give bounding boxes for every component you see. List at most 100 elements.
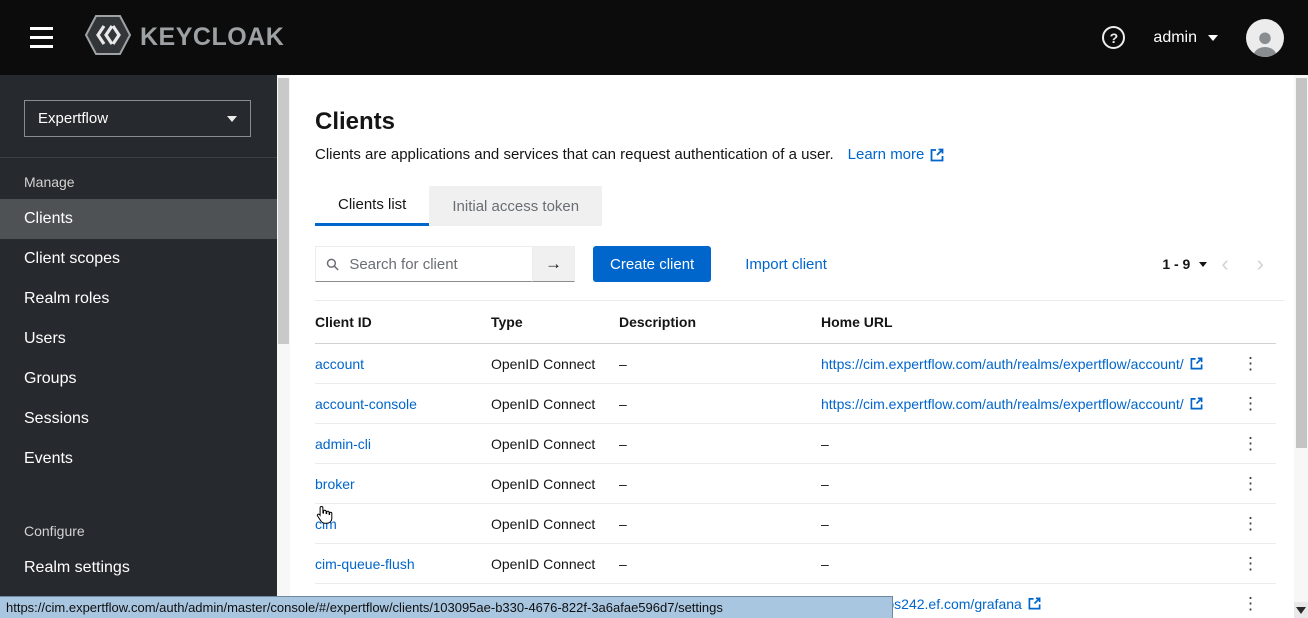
client-type: OpenID Connect <box>491 343 619 384</box>
toolbar: → Create client Import client 1 - 9 ‹ › <box>315 246 1284 301</box>
tab-clients-list[interactable]: Clients list <box>315 186 430 226</box>
client-type: OpenID Connect <box>491 543 619 584</box>
keycloak-brand[interactable]: KEYCLOAK <box>84 15 285 60</box>
keycloak-logo-icon <box>84 15 132 60</box>
client-id-link[interactable]: account <box>315 356 364 372</box>
learn-more-link[interactable]: Learn more <box>848 146 945 163</box>
external-link-icon <box>1028 597 1041 610</box>
user-silhouette-icon <box>1253 32 1277 57</box>
user-menu-dropdown[interactable]: admin <box>1153 29 1218 47</box>
import-client-link[interactable]: Import client <box>745 256 827 273</box>
page-subtitle: Clients are applications and services th… <box>315 146 834 163</box>
table-row: broker OpenID Connect – – ⋮ <box>315 463 1276 504</box>
home-url-link[interactable]: https://cim.expertflow.com/auth/realms/e… <box>821 396 1203 412</box>
client-description: – <box>619 383 821 424</box>
scroll-down-button[interactable] <box>1294 602 1308 618</box>
nav-section-manage: Manage <box>24 174 75 190</box>
help-icon[interactable]: ? <box>1102 26 1126 49</box>
caret-down-icon <box>227 115 237 122</box>
sidebar-scrollbar <box>277 75 290 618</box>
col-header-home-url: Home URL <box>821 301 1232 344</box>
col-header-description: Description <box>619 301 821 344</box>
sidebar: Expertflow Manage Clients Client scopes … <box>0 75 277 618</box>
realm-selector-value: Expertflow <box>38 110 109 127</box>
external-link-icon <box>930 148 944 161</box>
row-kebab-menu-button[interactable]: ⋮ <box>1232 475 1269 492</box>
caret-down-icon <box>1199 261 1208 267</box>
client-type: OpenID Connect <box>491 423 619 464</box>
main-content: Clients Clients are applications and ser… <box>290 75 1294 618</box>
brand-text: KEYCLOAK <box>140 23 285 51</box>
client-id-link[interactable]: admin-cli <box>315 436 371 452</box>
client-description: – <box>619 423 821 464</box>
client-id-link[interactable]: cim-queue-flush <box>315 556 415 572</box>
table-header-row: Client ID Type Description Home URL <box>315 301 1276 344</box>
client-id-link[interactable]: broker <box>315 476 355 492</box>
row-kebab-menu-button[interactable]: ⋮ <box>1232 555 1269 572</box>
sidebar-item-realm-settings[interactable]: Realm settings <box>0 548 277 588</box>
search-submit-button[interactable]: → <box>533 246 575 282</box>
row-kebab-menu-button[interactable]: ⋮ <box>1232 395 1269 412</box>
avatar[interactable] <box>1246 18 1284 57</box>
realm-selector[interactable]: Expertflow <box>24 100 251 137</box>
client-description: – <box>619 343 821 384</box>
table-row: cim OpenID Connect – – ⋮ <box>315 503 1276 544</box>
row-kebab-menu-button[interactable]: ⋮ <box>1232 515 1269 532</box>
sidebar-item-sessions[interactable]: Sessions <box>0 399 277 439</box>
search-box <box>315 246 533 282</box>
home-url-empty: – <box>821 503 1232 544</box>
page-title: Clients <box>315 108 396 135</box>
create-client-button[interactable]: Create client <box>593 246 712 282</box>
table-row: admin-cli OpenID Connect – – ⋮ <box>315 423 1276 464</box>
pagination: 1 - 9 ‹ › <box>1162 253 1278 275</box>
pagination-range-label: 1 - 9 <box>1162 256 1191 272</box>
home-url-link[interactable]: https://cim.expertflow.com/auth/realms/e… <box>821 356 1203 372</box>
home-url-empty: – <box>821 543 1232 584</box>
sidebar-item-groups[interactable]: Groups <box>0 359 277 399</box>
client-description: – <box>619 543 821 584</box>
triangle-down-icon <box>1296 606 1306 614</box>
mouse-cursor <box>316 505 333 529</box>
status-bar-url-preview: https://cim.expertflow.com/auth/admin/ma… <box>0 596 893 618</box>
sidebar-item-realm-roles[interactable]: Realm roles <box>0 279 277 319</box>
pagination-prev-button[interactable]: ‹ <box>1207 253 1242 275</box>
row-kebab-menu-button[interactable]: ⋮ <box>1232 355 1269 372</box>
row-kebab-menu-button[interactable]: ⋮ <box>1232 435 1269 452</box>
nav-toggle-button[interactable] <box>26 23 57 52</box>
sidebar-item-users[interactable]: Users <box>0 319 277 359</box>
external-link-icon <box>1190 357 1203 370</box>
masthead: KEYCLOAK ? admin <box>0 0 1308 75</box>
tab-initial-access-token[interactable]: Initial access token <box>429 186 603 226</box>
client-type: OpenID Connect <box>491 463 619 504</box>
col-header-type: Type <box>491 301 619 344</box>
sidebar-scrollbar-thumb[interactable] <box>278 78 289 344</box>
caret-down-icon <box>1208 34 1218 41</box>
main-scrollbar <box>1294 75 1308 618</box>
external-link-icon <box>1190 397 1203 410</box>
client-type: OpenID Connect <box>491 503 619 544</box>
col-header-client-id: Client ID <box>315 301 491 344</box>
search-icon <box>326 258 339 271</box>
table-row: cim-queue-flush OpenID Connect – – ⋮ <box>315 543 1276 584</box>
client-description: – <box>619 463 821 504</box>
table-row: account-console OpenID Connect – https:/… <box>315 383 1276 424</box>
tabs: Clients list Initial access token <box>315 186 1284 226</box>
user-name-label: admin <box>1153 28 1197 46</box>
client-description: – <box>619 503 821 544</box>
clients-table: Client ID Type Description Home URL acco… <box>315 301 1276 618</box>
main-scrollbar-thumb[interactable] <box>1295 78 1307 448</box>
col-header-actions <box>1232 301 1276 344</box>
home-url-empty: – <box>821 423 1232 464</box>
pagination-dropdown[interactable]: 1 - 9 <box>1162 256 1208 272</box>
sidebar-item-clients[interactable]: Clients <box>0 199 277 239</box>
status-url-text: https://cim.expertflow.com/auth/admin/ma… <box>6 600 723 615</box>
row-kebab-menu-button[interactable]: ⋮ <box>1232 595 1269 612</box>
client-type: OpenID Connect <box>491 383 619 424</box>
nav-section-configure: Configure <box>24 523 85 539</box>
sidebar-item-client-scopes[interactable]: Client scopes <box>0 239 277 279</box>
hamburger-icon <box>30 27 53 30</box>
search-input[interactable] <box>347 254 522 274</box>
pagination-next-button[interactable]: › <box>1243 253 1278 275</box>
client-id-link[interactable]: account-console <box>315 396 417 412</box>
sidebar-item-events[interactable]: Events <box>0 439 277 479</box>
